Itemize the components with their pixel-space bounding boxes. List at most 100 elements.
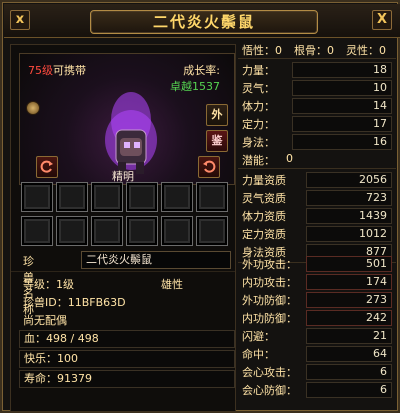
- skill-slot[interactable]: [91, 182, 123, 212]
- stat-spirit: 灵气： 10: [238, 80, 396, 96]
- carry-level: 75级可携带: [28, 62, 86, 78]
- combat-hit: 命中： 64: [238, 346, 396, 362]
- growth-label: 成长率:: [183, 64, 220, 77]
- skill-slot[interactable]: [161, 216, 193, 246]
- talent-header: 悟性：0 根骨：0 灵性：0: [238, 42, 396, 58]
- stat-focus: 定力： 17: [238, 116, 396, 132]
- skill-slot[interactable]: [56, 182, 88, 212]
- combat-value: 21: [306, 328, 392, 344]
- skill-slot[interactable]: [56, 216, 88, 246]
- stat-value: 17: [292, 116, 392, 132]
- combat-label: 外功防御：: [242, 294, 297, 307]
- stat-stamina: 体力： 14: [238, 98, 396, 114]
- combat-value: 6: [306, 364, 392, 380]
- close-left-icon[interactable]: x: [10, 10, 30, 30]
- combat-label: 内功攻击：: [242, 276, 297, 289]
- happiness-row: 快乐：100: [19, 350, 235, 368]
- pet-left-panel: 75级可携带 成长率: 卓越1537 精明 外 鉴 珍兽名称 二代炎火鬃鼠 等级…: [10, 44, 236, 412]
- combat-crit-attack: 会心攻击： 6: [238, 364, 396, 380]
- skill-slot[interactable]: [196, 216, 228, 246]
- pet-attribute-panel: 悟性：0 根骨：0 灵性：0 力量： 18 灵气： 10 体力： 14 定力： …: [238, 42, 396, 412]
- potential-label: 潜能：: [242, 154, 275, 167]
- combat-crit-defense: 会心防御： 6: [238, 382, 396, 398]
- combat-value: 64: [306, 346, 392, 362]
- hp-row: 血：498 / 498: [19, 330, 235, 348]
- combat-label: 外功攻击：: [242, 258, 297, 271]
- aptitude-label: 定力资质: [242, 228, 286, 241]
- title-bar: x 二代炎火鬃鼠 X: [4, 4, 400, 38]
- stat-agility: 身法： 16: [238, 134, 396, 150]
- combat-value: 6: [306, 382, 392, 398]
- skill-slot-grid: [21, 182, 228, 246]
- combat-label: 内功防御：: [242, 312, 297, 325]
- skill-slot[interactable]: [161, 182, 193, 212]
- stat-label: 力量：: [242, 64, 275, 77]
- window-title: 二代炎火鬃鼠: [90, 10, 318, 34]
- skill-slot[interactable]: [196, 182, 228, 212]
- potential-value: 0: [286, 152, 293, 165]
- skill-slot[interactable]: [126, 216, 158, 246]
- combat-value: 273: [306, 292, 392, 308]
- stat-strength: 力量： 18: [238, 62, 396, 78]
- divider: [238, 58, 396, 59]
- skill-slot[interactable]: [21, 216, 53, 246]
- pet-sprite-image: [105, 92, 157, 174]
- aptitude-label: 体力资质: [242, 210, 286, 223]
- aptitude-label: 灵气资质: [242, 192, 286, 205]
- pet-info-window: x 二代炎火鬃鼠 X 75级可携带 成长率: 卓越1537 精明 外 鉴 珍兽名…: [0, 0, 400, 413]
- aptitude-value: 1439: [306, 208, 392, 224]
- aptitude-value: 723: [306, 190, 392, 206]
- pet-id: 珍兽ID：11BFB63D: [23, 296, 126, 309]
- rotate-right-icon[interactable]: [198, 156, 220, 178]
- combat-value: 174: [306, 274, 392, 290]
- stat-value: 16: [292, 134, 392, 150]
- stat-value: 10: [292, 80, 392, 96]
- growth-value: 卓越1537: [170, 80, 220, 93]
- skill-slot[interactable]: [91, 216, 123, 246]
- pet-name-field[interactable]: 二代炎火鬃鼠: [81, 251, 231, 269]
- aptitude-stamina: 体力资质 1439: [238, 208, 396, 224]
- stat-value: 18: [292, 62, 392, 78]
- combat-label: 命中：: [242, 348, 275, 361]
- combat-dodge: 闪避： 21: [238, 328, 396, 344]
- combat-inner-attack: 内功攻击： 174: [238, 274, 396, 290]
- aptitude-label: 力量资质: [242, 174, 286, 187]
- aptitude-value: 1012: [306, 226, 392, 242]
- combat-label: 会心攻击：: [242, 366, 297, 379]
- divider: [238, 168, 396, 169]
- combat-value: 242: [306, 310, 392, 326]
- aptitude-strength: 力量资质 2056: [238, 172, 396, 188]
- pet-sign-icon: [26, 101, 40, 115]
- appraise-button[interactable]: 鉴: [206, 130, 228, 152]
- personality-tag: 精明: [112, 170, 134, 183]
- pet-gender: 雄性: [161, 278, 183, 291]
- aptitude-focus: 定力资质 1012: [238, 226, 396, 242]
- spirit-value: 灵性：0: [346, 44, 386, 57]
- combat-outer-attack: 外功攻击： 501: [238, 256, 396, 272]
- aptitude-spirit: 灵气资质 723: [238, 190, 396, 206]
- rotate-left-icon[interactable]: [36, 156, 58, 178]
- pet-mate-status: 尚无配偶: [23, 314, 67, 327]
- stat-label: 灵气：: [242, 82, 275, 95]
- aptitude-value: 2056: [306, 172, 392, 188]
- savvy-value: 悟性：0: [242, 44, 282, 57]
- bone-value: 根骨：0: [294, 44, 334, 57]
- skill-slot[interactable]: [126, 182, 158, 212]
- stat-value: 14: [292, 98, 392, 114]
- combat-label: 会心防御：: [242, 384, 297, 397]
- pet-preview: 75级可携带 成长率: 卓越1537 精明 外 鉴: [19, 53, 235, 185]
- combat-label: 闪避：: [242, 330, 275, 343]
- stat-label: 身法：: [242, 136, 275, 149]
- lifespan-row: 寿命：91379: [19, 370, 235, 388]
- combat-value: 501: [306, 256, 392, 272]
- pet-level: 等级：1级: [23, 278, 74, 291]
- summon-button[interactable]: 外: [206, 104, 228, 126]
- skill-slot[interactable]: [21, 182, 53, 212]
- combat-inner-defense: 内功防御： 242: [238, 310, 396, 326]
- stat-label: 定力：: [242, 118, 275, 131]
- close-button[interactable]: X: [372, 10, 392, 30]
- combat-outer-defense: 外功防御： 273: [238, 292, 396, 308]
- carry-level-suffix: 可携带: [53, 64, 86, 77]
- stat-label: 体力：: [242, 100, 275, 113]
- carry-level-number: 75级: [28, 64, 53, 77]
